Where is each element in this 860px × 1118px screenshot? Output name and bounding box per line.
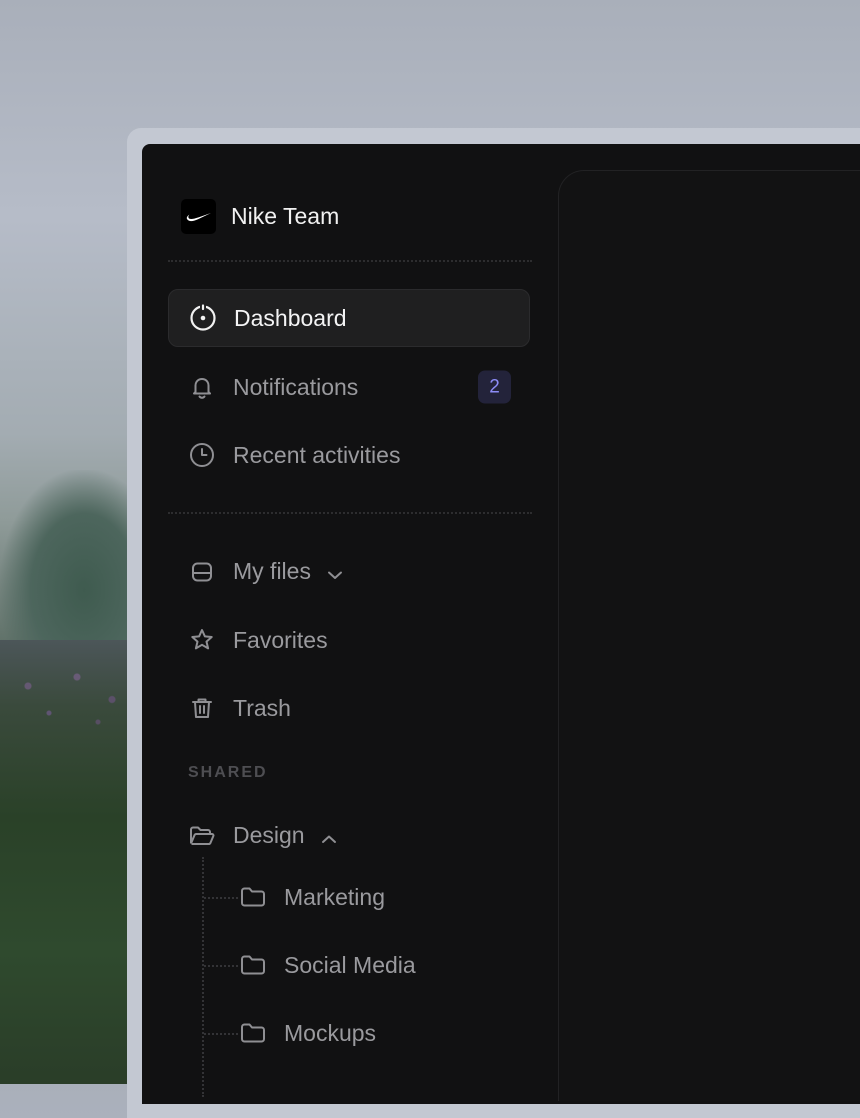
- section-label-shared: SHARED: [188, 764, 268, 781]
- nav-item-notifications[interactable]: Notifications 2: [168, 358, 530, 416]
- folder-icon: [238, 950, 268, 980]
- tree-branch: [204, 1033, 238, 1035]
- trash-icon: [188, 694, 216, 722]
- background-flowers: [0, 650, 140, 740]
- divider: [168, 260, 532, 262]
- clock-icon: [188, 441, 216, 469]
- folder-design[interactable]: Design: [168, 807, 530, 865]
- folder-open-icon: [188, 822, 216, 850]
- folder-icon: [238, 882, 268, 912]
- divider: [168, 512, 532, 514]
- dashboard-icon: [189, 304, 217, 332]
- tree-connector: [202, 857, 204, 1097]
- main-content-panel: [558, 170, 860, 1101]
- nav-label: Dashboard: [234, 304, 347, 331]
- sidebar: Nike Team Dashboard Notifications 2 Rece…: [168, 144, 532, 1097]
- nav-item-trash[interactable]: Trash: [168, 679, 530, 737]
- nav-item-dashboard[interactable]: Dashboard: [168, 289, 530, 347]
- chevron-up-icon[interactable]: [321, 823, 337, 850]
- workspace-switcher[interactable]: Nike Team: [181, 198, 339, 234]
- bell-icon: [188, 373, 216, 401]
- tree-branch: [204, 965, 238, 967]
- workspace-name: Nike Team: [231, 202, 340, 229]
- folder-social-media[interactable]: Social Media: [238, 936, 416, 994]
- star-icon: [188, 626, 216, 654]
- nav-label-with-chevron: My files: [233, 558, 343, 586]
- nav-label: Design: [233, 821, 305, 848]
- folder-label: Mockups: [284, 1019, 377, 1046]
- nav-label: Recent activities: [233, 441, 401, 468]
- nav-label: Notifications: [233, 373, 359, 400]
- nav-label-with-chevron: Design: [233, 822, 337, 850]
- folder-icon: [238, 1018, 268, 1048]
- folder-marketing[interactable]: Marketing: [238, 868, 385, 926]
- nav-item-recent-activities[interactable]: Recent activities: [168, 426, 530, 484]
- drive-icon: [188, 558, 216, 586]
- folder-label: Marketing: [284, 883, 385, 910]
- nav-label: Favorites: [233, 626, 328, 653]
- nav-label: My files: [233, 557, 311, 584]
- nike-swoosh-icon: [181, 198, 216, 234]
- tree-branch: [204, 897, 238, 899]
- folder-mockups[interactable]: Mockups: [238, 1004, 376, 1062]
- folder-label: Social Media: [284, 951, 416, 978]
- notification-count-badge: 2: [478, 370, 511, 404]
- nav-label: Trash: [233, 694, 291, 721]
- nav-item-my-files[interactable]: My files: [168, 543, 530, 601]
- nav-item-favorites[interactable]: Favorites: [168, 611, 530, 669]
- chevron-down-icon[interactable]: [327, 559, 343, 586]
